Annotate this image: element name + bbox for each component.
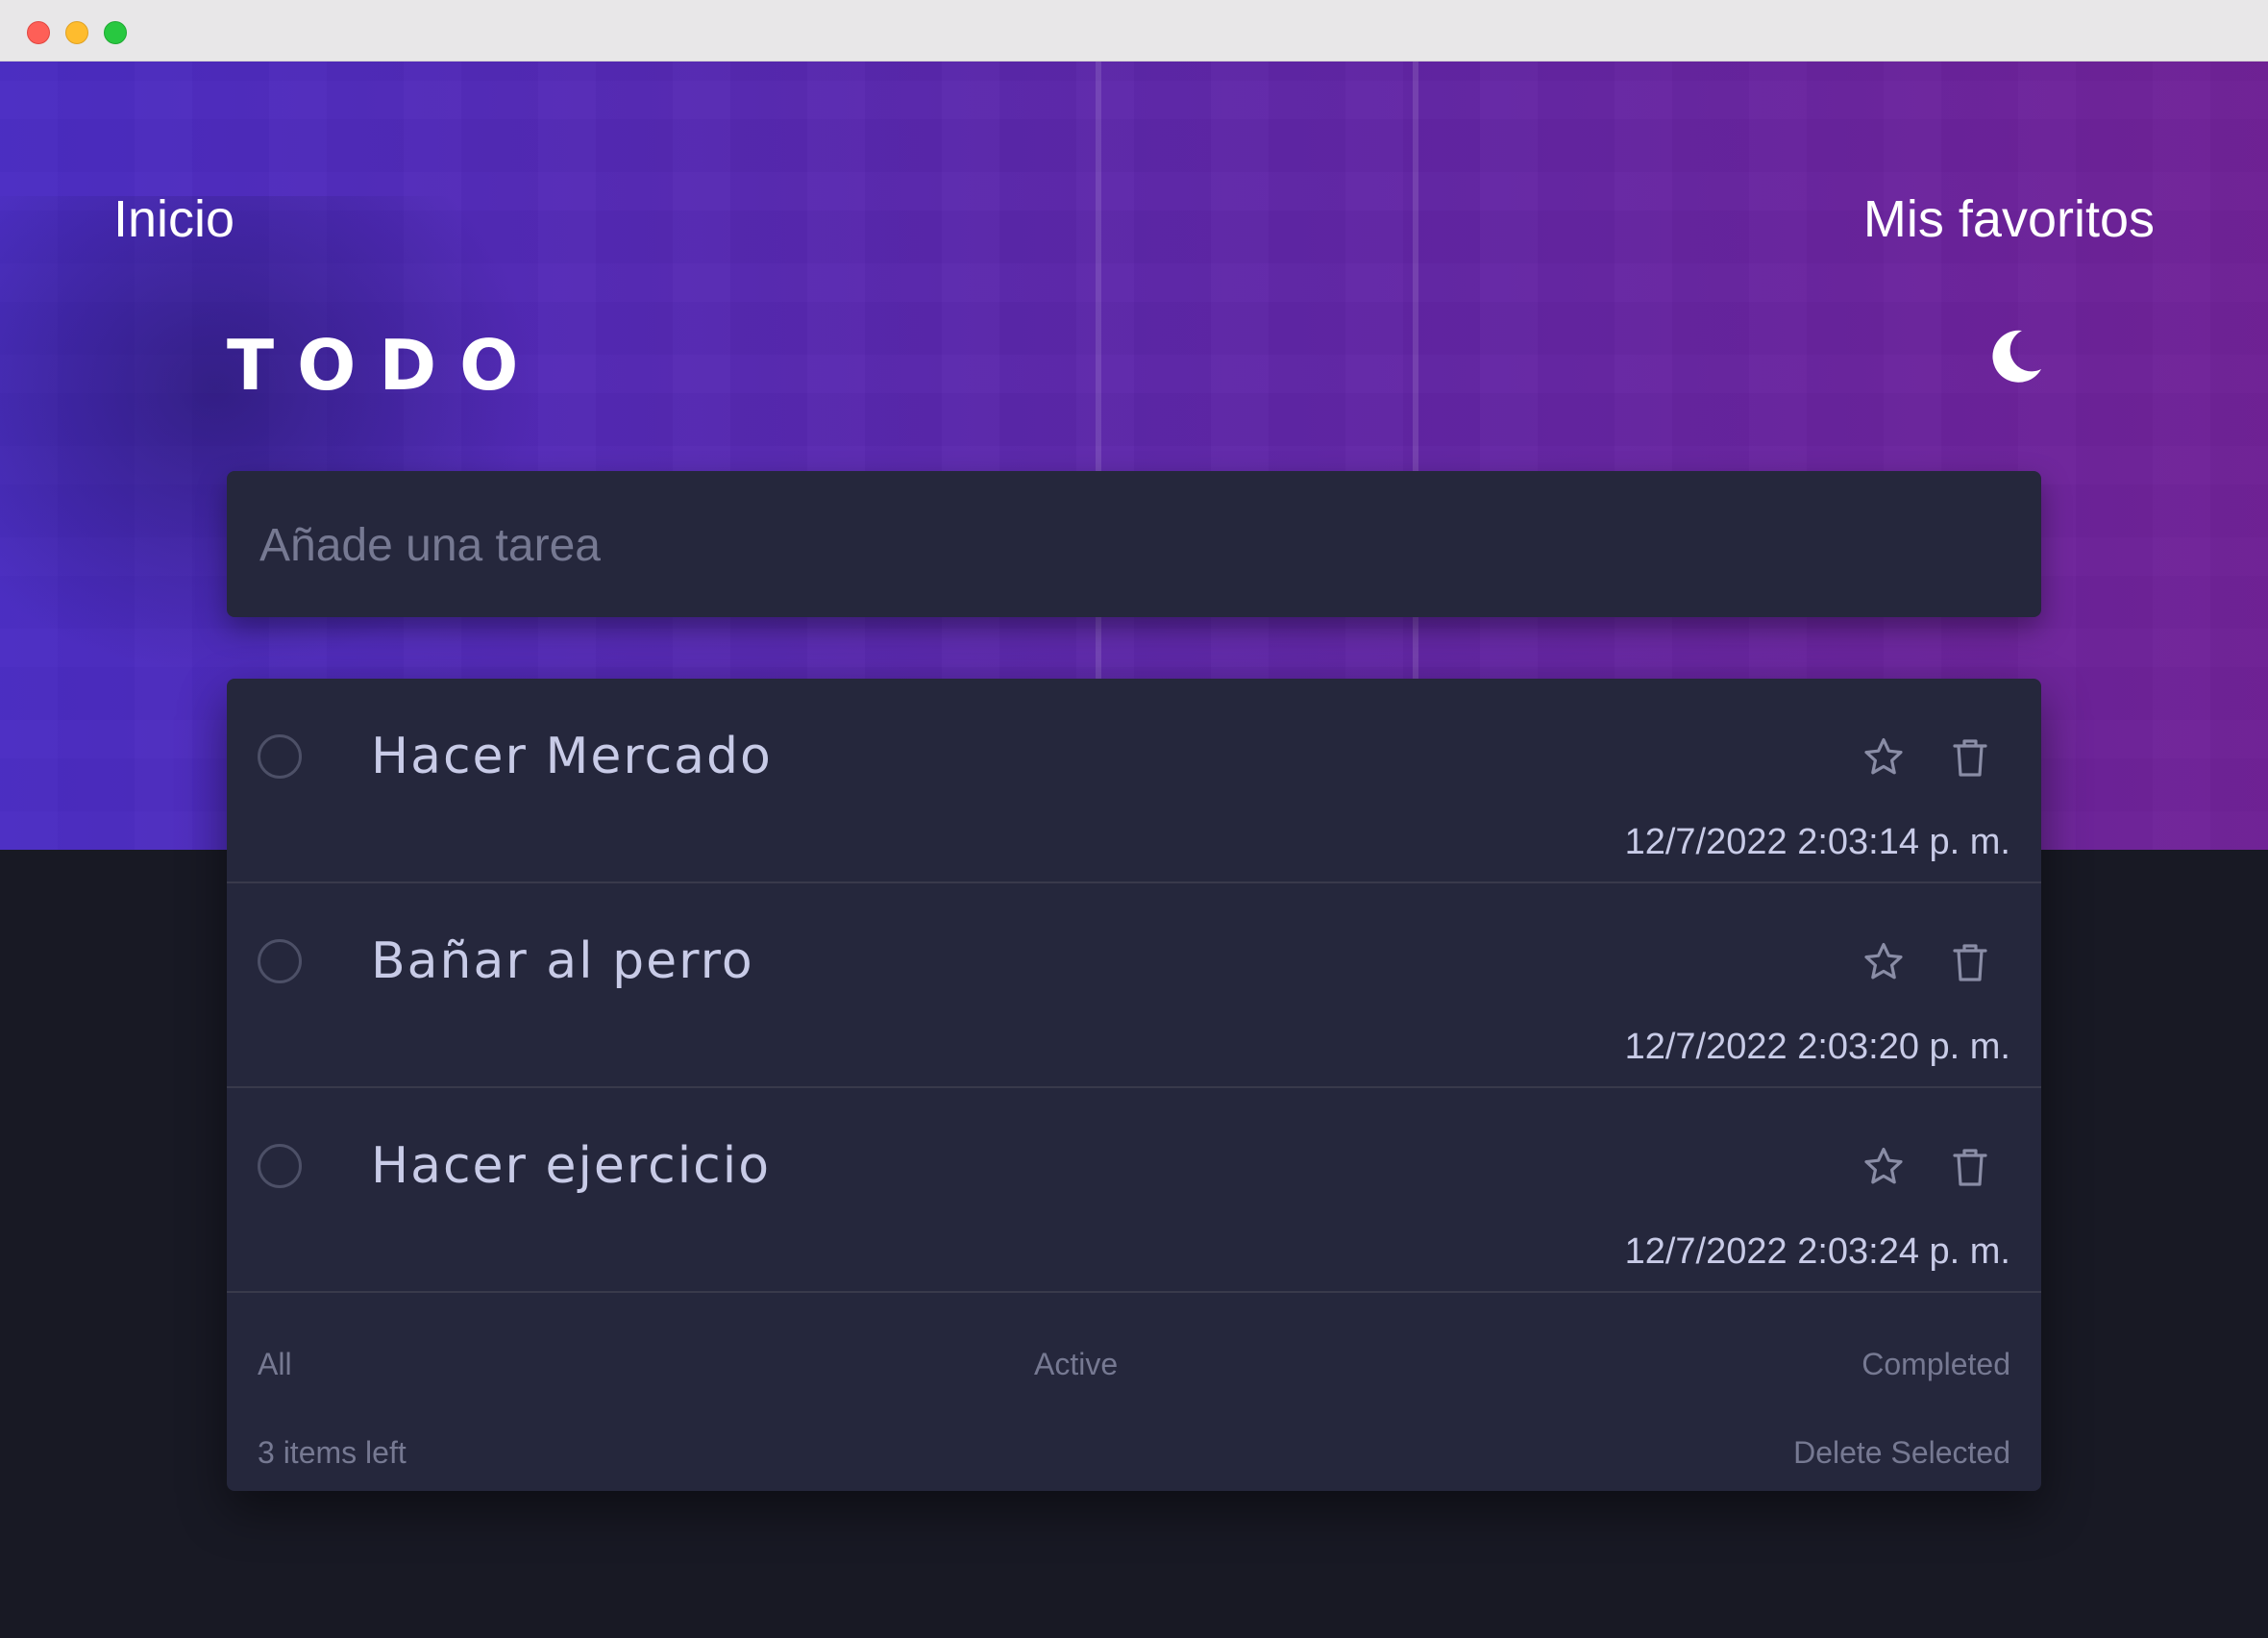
maximize-window-button[interactable] — [104, 21, 127, 44]
trash-icon — [1953, 944, 1987, 981]
favorite-button[interactable] — [1861, 1144, 1907, 1190]
star-icon — [1864, 943, 1903, 980]
task-complete-checkbox[interactable] — [258, 939, 302, 983]
trash-icon — [1953, 739, 1987, 777]
star-icon — [1864, 738, 1903, 775]
new-task-field[interactable] — [227, 471, 2041, 619]
delete-task-button[interactable] — [1947, 939, 1993, 985]
task-title: Hacer Mercado — [371, 728, 773, 785]
delete-task-button[interactable] — [1947, 734, 1993, 781]
trash-icon — [1953, 1149, 1987, 1186]
window-titlebar — [0, 0, 2268, 62]
filter-completed[interactable]: Completed — [1861, 1345, 2010, 1383]
task-complete-checkbox[interactable] — [258, 1144, 302, 1188]
task-item: Hacer ejercicio 12/7/2022 2:03:24 p. m. — [227, 1088, 2041, 1293]
task-timestamp: 12/7/2022 2:03:20 p. m. — [1624, 1027, 2010, 1067]
page-title: TODO — [227, 325, 542, 406]
favorite-button[interactable] — [1861, 734, 1907, 781]
task-title: Hacer ejercicio — [371, 1137, 772, 1195]
task-title: Bañar al perro — [371, 932, 754, 990]
favorite-button[interactable] — [1861, 939, 1907, 985]
task-timestamp: 12/7/2022 2:03:24 p. m. — [1624, 1231, 2010, 1272]
task-complete-checkbox[interactable] — [258, 734, 302, 779]
close-window-button[interactable] — [27, 21, 50, 44]
task-timestamp: 12/7/2022 2:03:14 p. m. — [1624, 822, 2010, 862]
nav-link-home[interactable]: Inicio — [113, 188, 234, 250]
task-item: Bañar al perro 12/7/2022 2:03:20 p. m. — [227, 883, 2041, 1088]
new-task-input[interactable] — [258, 471, 2010, 619]
nav-link-favorites[interactable]: Mis favoritos — [1863, 188, 2155, 250]
items-left-count: 3 items left — [258, 1435, 407, 1470]
delete-selected-button[interactable]: Delete Selected — [1793, 1433, 2010, 1472]
star-icon — [1864, 1148, 1903, 1184]
delete-task-button[interactable] — [1947, 1144, 1993, 1190]
task-list: Hacer Mercado 12/7/2022 2:03:14 p. m. Ba… — [227, 679, 2041, 1491]
moon-icon — [1992, 330, 2041, 383]
theme-toggle-button[interactable] — [1987, 327, 2045, 385]
filter-active[interactable]: Active — [1034, 1345, 1118, 1383]
minimize-window-button[interactable] — [65, 21, 88, 44]
filter-all[interactable]: All — [258, 1345, 292, 1383]
list-footer: All Active Completed 3 items left Delete… — [227, 1293, 2041, 1491]
app-window: Inicio Mis favoritos TODO Hacer Mercado — [0, 0, 2268, 1638]
task-item: Hacer Mercado 12/7/2022 2:03:14 p. m. — [227, 679, 2041, 883]
